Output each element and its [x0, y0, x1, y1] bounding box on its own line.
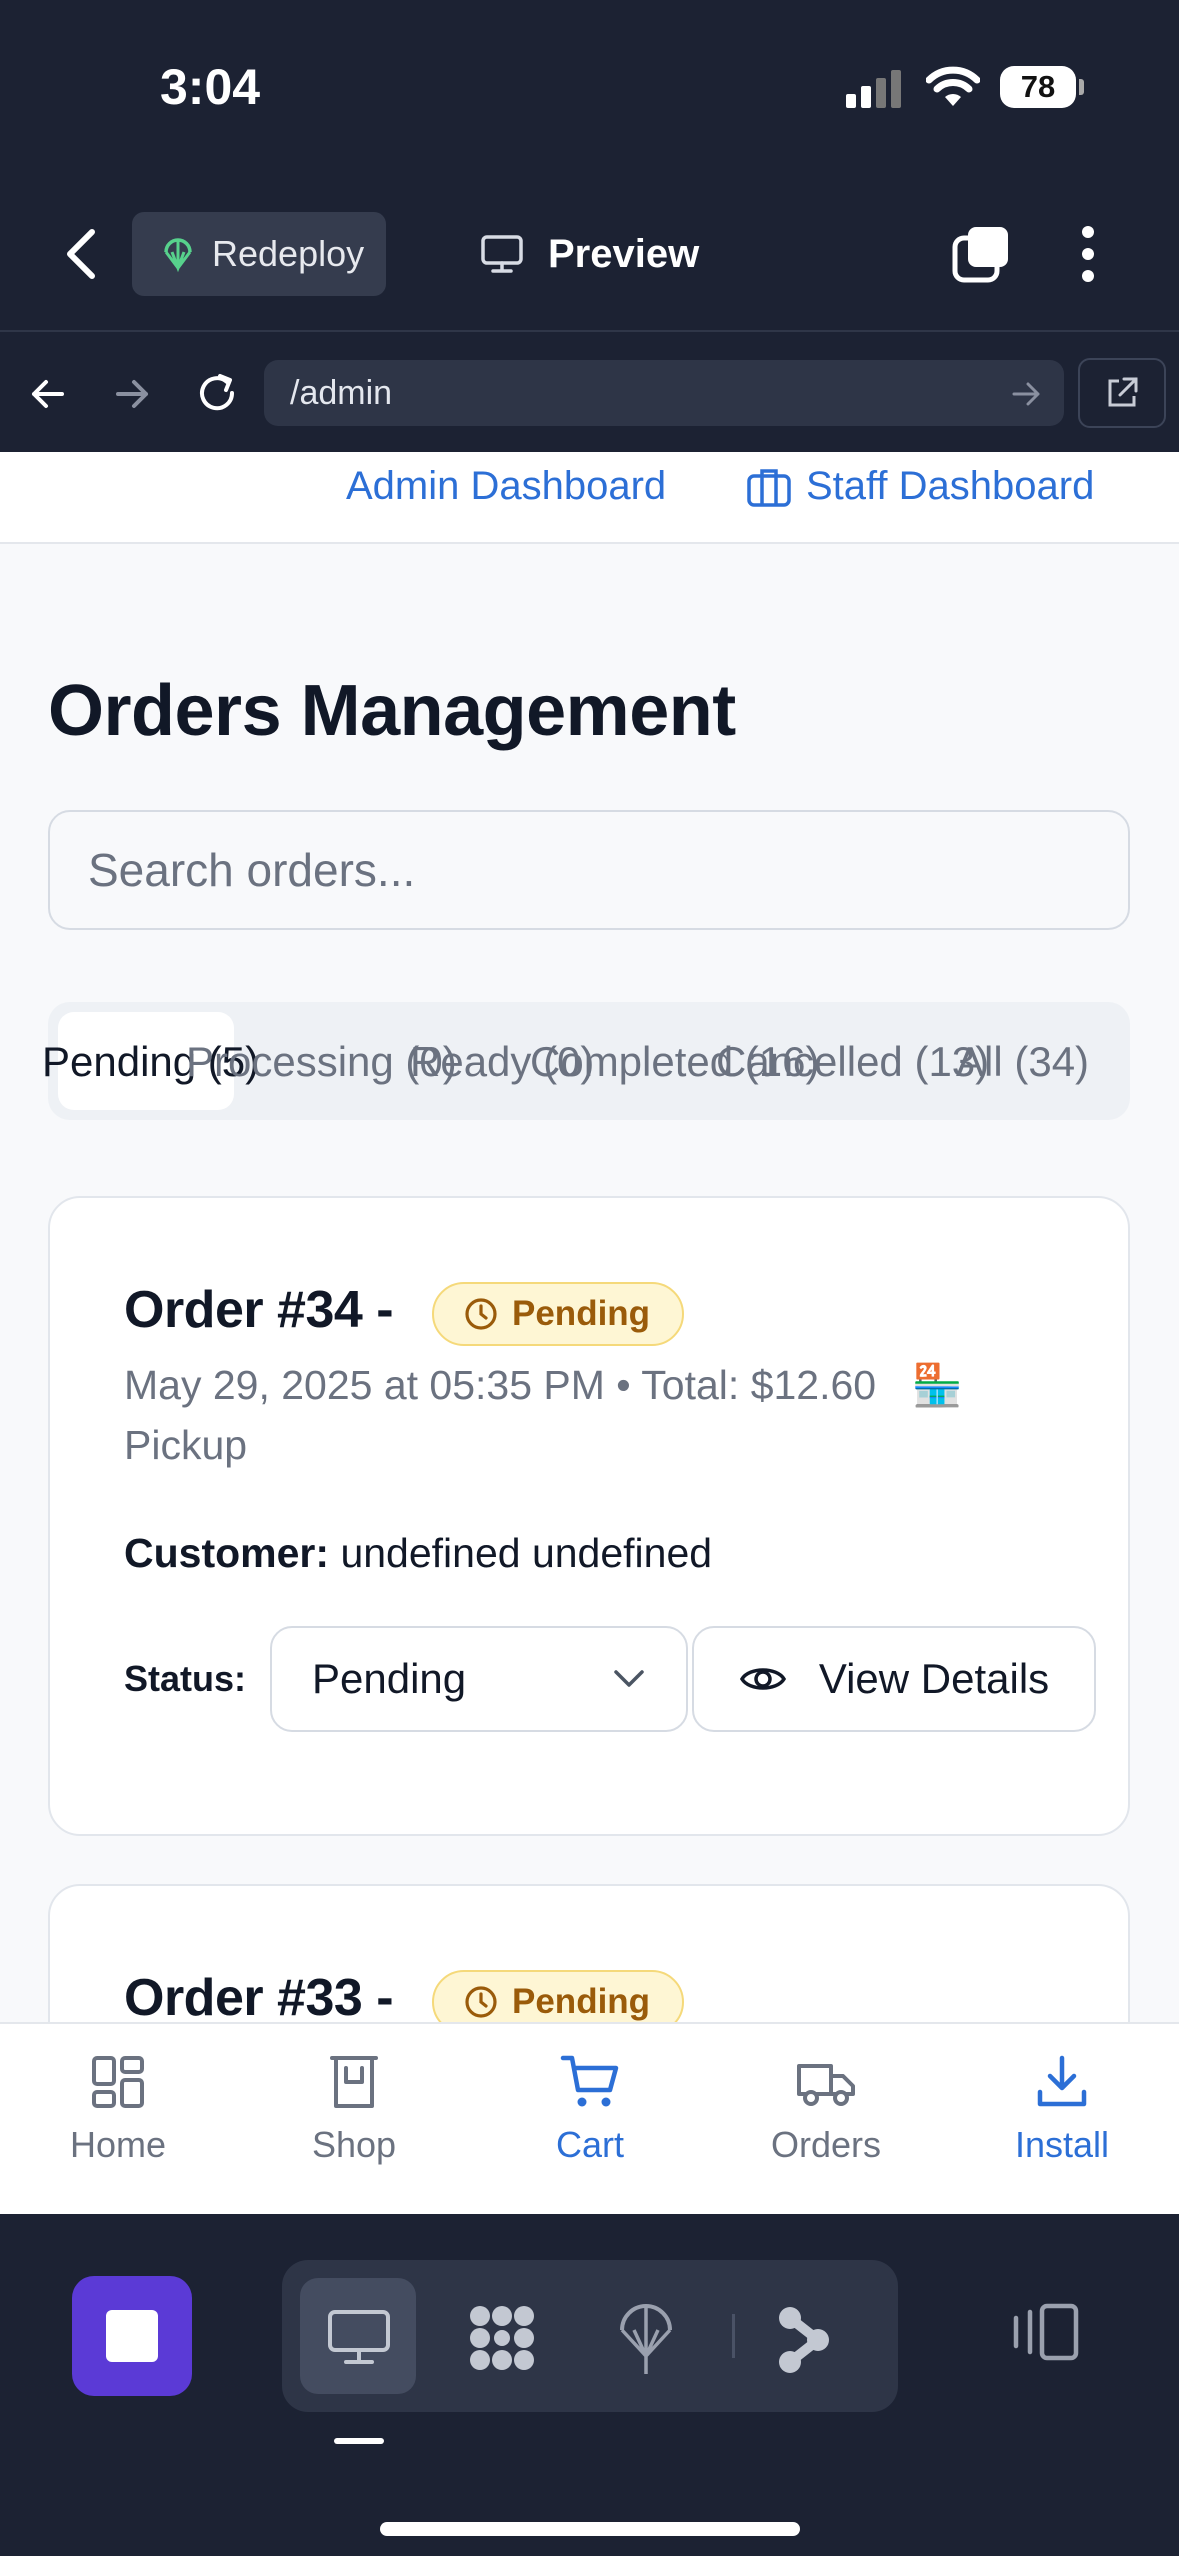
back-chevron-icon[interactable] [62, 226, 102, 282]
staff-dashboard-link[interactable]: Staff Dashboard [746, 464, 1094, 509]
preview-button[interactable]: Preview [480, 224, 699, 284]
order-date-total: May 29, 2025 at 05:35 PM • Total: $12.60 [124, 1362, 877, 1408]
view-details-label: View Details [818, 1655, 1050, 1702]
nav-cart-label: Cart [555, 2124, 624, 2165]
status-select[interactable]: Pending [270, 1626, 688, 1732]
preview-label: Preview [548, 231, 700, 276]
browser-back-icon[interactable] [26, 372, 70, 416]
components-icon[interactable] [466, 2302, 538, 2374]
nav-shop[interactable]: Shop [236, 2024, 472, 2214]
wifi-icon [926, 66, 980, 108]
order-meta: May 29, 2025 at 05:35 PM • Total: $12.60… [124, 1362, 963, 1410]
status-tabs: Pending (5) Processing (0) Ready (0) Com… [42, 1002, 1130, 1120]
more-vertical-icon[interactable] [1078, 224, 1098, 284]
view-details-button[interactable]: View Details [692, 1626, 1096, 1732]
share-node-icon[interactable] [776, 2304, 832, 2376]
shop-icon [326, 2054, 382, 2110]
external-link-icon [1104, 375, 1140, 411]
nav-orders[interactable]: Orders [708, 2024, 944, 2214]
page-title: Orders Management [48, 671, 736, 751]
cart-icon [560, 2054, 620, 2110]
tab-indicator [334, 2438, 384, 2444]
bottom-nav: Home Shop Cart Orders Install [0, 2022, 1179, 2214]
status-badge: Pending [432, 1282, 685, 1346]
clock-icon [464, 1985, 498, 2019]
redeploy-button[interactable]: Redeploy [132, 212, 386, 296]
stop-button[interactable] [72, 2276, 192, 2396]
battery-indicator: 78 [1000, 66, 1084, 108]
dev-toolbar [0, 2214, 1179, 2556]
truck-icon [795, 2054, 857, 2110]
search-input[interactable] [48, 810, 1130, 930]
staff-dashboard-label: Staff Dashboard [806, 464, 1095, 508]
fulfillment-type: Pickup [124, 1422, 248, 1468]
monitor-icon [480, 234, 524, 274]
stop-icon [106, 2310, 158, 2362]
open-external-button[interactable] [1078, 358, 1166, 428]
chrome-divider [0, 330, 1179, 332]
status-time: 3:04 [160, 59, 261, 115]
chevron-down-icon [612, 1668, 646, 1690]
status-badge-label: Pending [512, 1294, 651, 1333]
download-icon [1034, 2054, 1090, 2110]
admin-dashboard-label: Admin Dashboard [346, 464, 667, 508]
home-indicator [380, 2522, 800, 2536]
url-bar[interactable]: /admin [264, 360, 1064, 426]
nav-install-label: Install [1014, 2124, 1110, 2165]
web-content: Admin Dashboard Staff Dashboard Orders M… [0, 452, 1179, 2214]
reload-icon[interactable] [192, 368, 242, 418]
cellular-signal-icon [846, 70, 902, 108]
status-badge-label: Pending [512, 1982, 651, 2021]
nav-install[interactable]: Install [944, 2024, 1179, 2214]
go-arrow-icon[interactable] [1010, 378, 1042, 410]
app-chrome: 3:04 78 Redeploy Preview /admin [0, 0, 1179, 452]
customer-label: Customer: [124, 1530, 330, 1576]
customer-name: undefined undefined [340, 1530, 713, 1576]
store-icon: 🏪 [911, 1362, 963, 1408]
briefcase-icon [746, 466, 792, 508]
order-title: Order #34 - [124, 1281, 394, 1339]
url-text: /admin [290, 373, 393, 412]
clock-icon [464, 1297, 498, 1331]
view-mode-group [282, 2260, 898, 2412]
redeploy-icon [160, 234, 196, 274]
redeploy-label: Redeploy [212, 233, 365, 274]
status-label: Status: [124, 1658, 247, 1699]
customer-line: Customer: undefined undefined [124, 1530, 712, 1577]
nav-home-label: Home [69, 2124, 167, 2165]
deploy-icon[interactable] [616, 2302, 676, 2376]
side-panel-icon[interactable] [1010, 2302, 1080, 2362]
nav-shop-label: Shop [311, 2124, 397, 2165]
top-nav: Admin Dashboard Staff Dashboard [0, 452, 1179, 544]
nav-home[interactable]: Home [0, 2024, 236, 2214]
nav-cart[interactable]: Cart [472, 2024, 708, 2214]
status-select-value: Pending [312, 1655, 467, 1702]
tab-all[interactable]: All (34) [956, 1038, 1089, 1086]
admin-dashboard-link[interactable]: Admin Dashboard [346, 464, 666, 509]
order-title: Order #33 - [124, 1969, 394, 2027]
nav-orders-label: Orders [770, 2124, 882, 2165]
home-grid-icon [90, 2054, 146, 2110]
browser-forward-icon[interactable] [110, 372, 154, 416]
eye-icon [739, 1661, 787, 1697]
tab-cancelled[interactable]: Cancelled (13) [716, 1038, 989, 1086]
tabs-switcher-icon[interactable] [952, 224, 1012, 284]
desktop-view-icon[interactable] [326, 2308, 392, 2366]
order-card: Order #34 - Pending May 29, 2025 at 05:3… [48, 1196, 1130, 1836]
toolbar-divider [732, 2314, 735, 2358]
